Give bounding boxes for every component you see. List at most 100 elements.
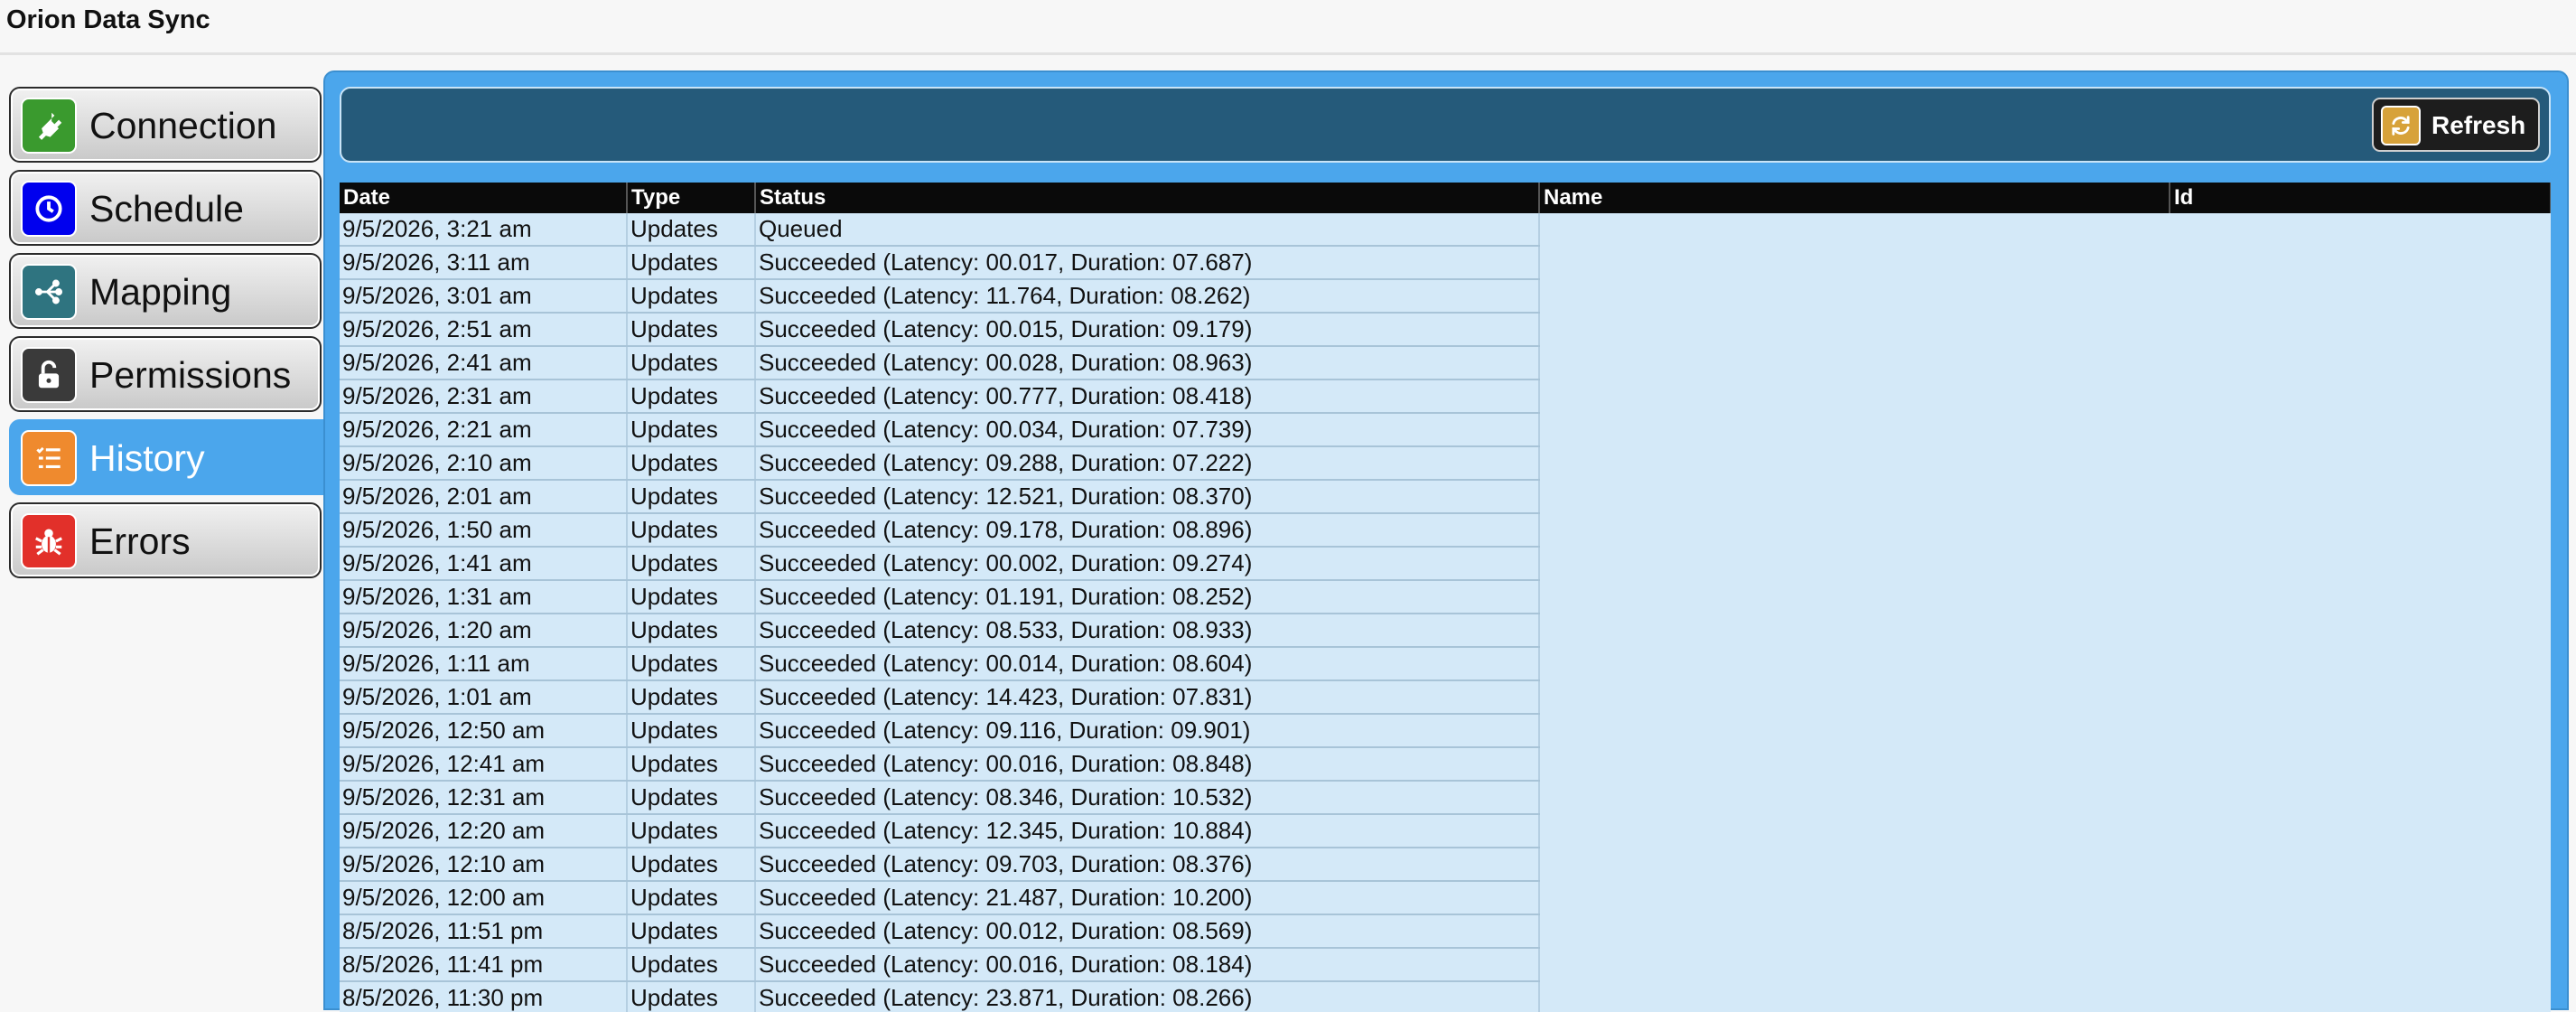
cell-type: Updates bbox=[627, 714, 756, 748]
cell-id bbox=[2170, 446, 2551, 480]
table-row[interactable]: 9/5/2026, 2:31 am Updates Succeeded (Laten… bbox=[340, 380, 2551, 414]
cell-type: Updates bbox=[627, 480, 756, 514]
table-row[interactable]: 9/5/2026, 12:20 am Updates Succeeded (Late… bbox=[340, 814, 2551, 848]
cell-id bbox=[2170, 747, 2551, 781]
cell-name bbox=[1539, 513, 2170, 547]
table-row[interactable]: 9/5/2026, 12:00 am Updates Succeeded (Late… bbox=[340, 881, 2551, 915]
sidebar-item-label: Connection bbox=[89, 105, 277, 146]
plug-icon bbox=[21, 98, 77, 154]
table-row[interactable]: 8/5/2026, 11:41 pm Updates Succeeded (Late… bbox=[340, 948, 2551, 982]
cell-id bbox=[2170, 914, 2551, 948]
cell-status: Succeeded (Latency: 12.521, Duration: 08… bbox=[755, 480, 1540, 514]
toolbar: Refresh bbox=[340, 87, 2551, 163]
table-row[interactable]: 9/5/2026, 1:01 am Updates Succeeded (Laten… bbox=[340, 680, 2551, 715]
history-table: Date Type Status Name Id 9/5/2026, 3:21 … bbox=[340, 183, 2551, 1012]
cell-status: Succeeded (Latency: 00.017, Duration: 07… bbox=[755, 246, 1540, 280]
cell-type: Updates bbox=[627, 914, 756, 949]
cell-date: 8/5/2026, 11:51 pm bbox=[340, 914, 628, 949]
flow-icon bbox=[21, 264, 77, 320]
table-row[interactable]: 8/5/2026, 11:51 pm Updates Succeeded (Late… bbox=[340, 914, 2551, 949]
refresh-button[interactable]: Refresh bbox=[2372, 98, 2540, 152]
table-row[interactable]: 9/5/2026, 1:11 am Updates Succeeded (Laten… bbox=[340, 647, 2551, 681]
cell-date: 9/5/2026, 2:51 am bbox=[340, 313, 628, 347]
cell-date: 9/5/2026, 2:10 am bbox=[340, 446, 628, 481]
cell-name bbox=[1539, 781, 2170, 814]
column-header-type[interactable]: Type bbox=[627, 183, 756, 213]
title-divider bbox=[0, 52, 2576, 55]
cell-date: 9/5/2026, 2:01 am bbox=[340, 480, 628, 514]
sidebar-item-history[interactable]: History bbox=[9, 419, 332, 495]
cell-name bbox=[1539, 948, 2170, 981]
table-row[interactable]: 9/5/2026, 2:41 am Updates Succeeded (Laten… bbox=[340, 346, 2551, 380]
table-row[interactable]: 9/5/2026, 2:10 am Updates Succeeded (Laten… bbox=[340, 446, 2551, 481]
table-row[interactable]: 9/5/2026, 3:01 am Updates Succeeded (Laten… bbox=[340, 279, 2551, 314]
column-header-status[interactable]: Status bbox=[755, 183, 1540, 213]
cell-id bbox=[2170, 313, 2551, 346]
clock-icon bbox=[21, 181, 77, 237]
table-row[interactable]: 9/5/2026, 2:21 am Updates Succeeded (Laten… bbox=[340, 413, 2551, 447]
cell-id bbox=[2170, 647, 2551, 680]
table-row[interactable]: 9/5/2026, 12:10 am Updates Succeeded (Late… bbox=[340, 848, 2551, 882]
cell-type: Updates bbox=[627, 513, 756, 548]
table-row[interactable]: 9/5/2026, 1:50 am Updates Succeeded (Laten… bbox=[340, 513, 2551, 548]
cell-name bbox=[1539, 814, 2170, 848]
cell-name bbox=[1539, 380, 2170, 413]
cell-status: Succeeded (Latency: 00.028, Duration: 08… bbox=[755, 346, 1540, 380]
cell-date: 9/5/2026, 12:10 am bbox=[340, 848, 628, 882]
cell-name bbox=[1539, 881, 2170, 914]
cell-date: 8/5/2026, 11:41 pm bbox=[340, 948, 628, 982]
cell-status: Succeeded (Latency: 00.012, Duration: 08… bbox=[755, 914, 1540, 949]
column-header-date[interactable]: Date bbox=[340, 183, 628, 213]
table-row[interactable]: 9/5/2026, 3:11 am Updates Succeeded (Laten… bbox=[340, 246, 2551, 280]
table-row[interactable]: 9/5/2026, 12:50 am Updates Succeeded (Late… bbox=[340, 714, 2551, 748]
table-row[interactable]: 9/5/2026, 2:51 am Updates Succeeded (Laten… bbox=[340, 313, 2551, 347]
table-row[interactable]: 9/5/2026, 12:41 am Updates Succeeded (Late… bbox=[340, 747, 2551, 782]
column-header-id[interactable]: Id bbox=[2170, 183, 2551, 213]
table-row[interactable]: 9/5/2026, 1:41 am Updates Succeeded (Laten… bbox=[340, 547, 2551, 581]
cell-name bbox=[1539, 981, 2170, 1012]
sidebar-item-mapping[interactable]: Mapping bbox=[9, 253, 322, 329]
cell-status: Succeeded (Latency: 08.533, Duration: 08… bbox=[755, 614, 1540, 648]
cell-type: Updates bbox=[627, 279, 756, 314]
cell-date: 9/5/2026, 3:11 am bbox=[340, 246, 628, 280]
sidebar-item-schedule[interactable]: Schedule bbox=[9, 170, 322, 246]
cell-id bbox=[2170, 881, 2551, 914]
column-header-name[interactable]: Name bbox=[1539, 183, 2170, 213]
sidebar-item-permissions[interactable]: Permissions bbox=[9, 336, 322, 412]
sidebar-item-label: Permissions bbox=[89, 354, 292, 396]
cell-date: 9/5/2026, 3:21 am bbox=[340, 213, 628, 247]
cell-id bbox=[2170, 380, 2551, 413]
bug-icon bbox=[21, 513, 77, 569]
table-row[interactable]: 8/5/2026, 11:30 pm Updates Succeeded (Late… bbox=[340, 981, 2551, 1012]
table-row[interactable]: 9/5/2026, 1:31 am Updates Succeeded (Laten… bbox=[340, 580, 2551, 614]
cell-id bbox=[2170, 246, 2551, 279]
sidebar-item-label: Errors bbox=[89, 520, 191, 562]
cell-name bbox=[1539, 848, 2170, 881]
table-row[interactable]: 9/5/2026, 12:31 am Updates Succeeded (Late… bbox=[340, 781, 2551, 815]
main-panel: Refresh Date Type Status Name Id 9/5/202… bbox=[323, 70, 2569, 1012]
cell-status: Succeeded (Latency: 09.178, Duration: 08… bbox=[755, 513, 1540, 548]
cell-name bbox=[1539, 279, 2170, 313]
sidebar: Connection Schedule Mapping Permissions Hist… bbox=[9, 87, 332, 586]
app-title: Orion Data Sync bbox=[6, 5, 210, 34]
cell-name bbox=[1539, 446, 2170, 480]
table-row[interactable]: 9/5/2026, 3:21 am Updates Queued bbox=[340, 213, 2551, 247]
sidebar-item-connection[interactable]: Connection bbox=[9, 87, 322, 163]
cell-id bbox=[2170, 480, 2551, 513]
cell-status: Succeeded (Latency: 00.777, Duration: 08… bbox=[755, 380, 1540, 414]
cell-status: Succeeded (Latency: 12.345, Duration: 10… bbox=[755, 814, 1540, 848]
cell-date: 9/5/2026, 1:50 am bbox=[340, 513, 628, 548]
cell-status: Succeeded (Latency: 00.016, Duration: 08… bbox=[755, 948, 1540, 982]
cell-status: Succeeded (Latency: 09.703, Duration: 08… bbox=[755, 848, 1540, 882]
cell-type: Updates bbox=[627, 246, 756, 280]
cell-status: Succeeded (Latency: 00.002, Duration: 09… bbox=[755, 547, 1540, 581]
table-row[interactable]: 9/5/2026, 2:01 am Updates Succeeded (Laten… bbox=[340, 480, 2551, 514]
cell-name bbox=[1539, 346, 2170, 380]
sidebar-item-errors[interactable]: Errors bbox=[9, 502, 322, 578]
cell-id bbox=[2170, 814, 2551, 848]
cell-date: 9/5/2026, 2:41 am bbox=[340, 346, 628, 380]
cell-status: Succeeded (Latency: 00.015, Duration: 09… bbox=[755, 313, 1540, 347]
cell-date: 9/5/2026, 2:31 am bbox=[340, 380, 628, 414]
table-row[interactable]: 9/5/2026, 1:20 am Updates Succeeded (Laten… bbox=[340, 614, 2551, 648]
cell-name bbox=[1539, 580, 2170, 614]
